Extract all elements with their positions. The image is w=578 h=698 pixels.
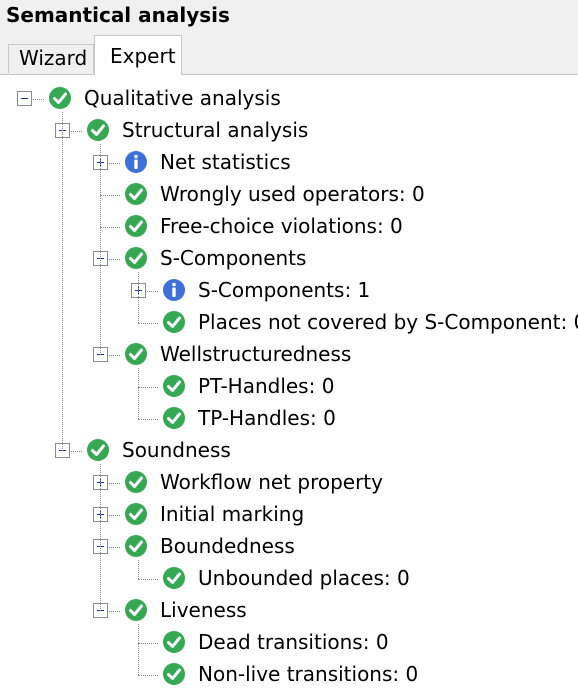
tree-node-s-components[interactable]: S-Components xyxy=(93,244,540,274)
tree-node-label: Unbounded places: 0 xyxy=(198,566,410,590)
tree-node-label: PT-Handles: 0 xyxy=(198,374,335,398)
tree-node-non-live-transitions-0[interactable]: Non-live transitions: 0 xyxy=(138,660,578,690)
tree-guide-line xyxy=(100,144,101,355)
check-icon xyxy=(124,598,148,622)
tree-node-label: Boundedness xyxy=(160,534,295,558)
tree-node-label: Non-live transitions: 0 xyxy=(198,662,419,686)
tree-node-label: Structural analysis xyxy=(122,118,309,142)
tree-node-label: S-Components: 1 xyxy=(198,278,371,302)
tree-node-label: Qualitative analysis xyxy=(84,86,281,110)
tree-guide-line xyxy=(100,464,101,611)
tree-node-pt-handles-0[interactable]: PT-Handles: 0 xyxy=(138,372,578,402)
tree-node-net-statistics[interactable]: Net statistics xyxy=(93,148,540,178)
tree-node-soundness[interactable]: Soundness xyxy=(55,436,502,466)
tab-wizard[interactable]: Wizard xyxy=(8,44,94,73)
tree-node-label: Net statistics xyxy=(160,150,291,174)
check-icon xyxy=(48,86,72,110)
check-icon xyxy=(162,630,186,654)
tree-node-wellstructuredness[interactable]: Wellstructuredness xyxy=(93,340,540,370)
check-icon xyxy=(162,662,186,686)
check-icon xyxy=(124,214,148,238)
tree-node-label: S-Components xyxy=(160,246,307,270)
analysis-tree: Qualitative analysis Structural analysis N… xyxy=(0,74,578,698)
tree-node-initial-marking[interactable]: Initial marking xyxy=(93,500,540,530)
tree-node-s-components-1[interactable]: S-Components: 1 xyxy=(131,276,578,306)
check-icon xyxy=(124,342,148,366)
panel-title: Semantical analysis xyxy=(6,3,230,27)
tree-guide-line xyxy=(138,560,139,579)
check-icon xyxy=(124,246,148,270)
tree-node-label: TP-Handles: 0 xyxy=(198,406,336,430)
tree-node-workflow-net-property[interactable]: Workflow net property xyxy=(93,468,540,498)
tree-guide-line xyxy=(138,368,139,419)
tree-node-wrongly-used-operators-0[interactable]: Wrongly used operators: 0 xyxy=(100,180,540,210)
info-icon xyxy=(124,150,148,174)
tree-node-label: Wellstructuredness xyxy=(160,342,352,366)
tree-guide-line xyxy=(138,624,139,675)
tree-node-liveness[interactable]: Liveness xyxy=(93,596,540,626)
tree-node-label: Dead transitions: 0 xyxy=(198,630,389,654)
tree-node-label: Liveness xyxy=(160,598,247,622)
check-icon xyxy=(124,502,148,526)
tree-node-tp-handles-0[interactable]: TP-Handles: 0 xyxy=(138,404,578,434)
tree-node-label: Free-choice violations: 0 xyxy=(160,214,403,238)
check-icon xyxy=(124,470,148,494)
tree-node-label: Wrongly used operators: 0 xyxy=(160,182,425,206)
tree-node-label: Initial marking xyxy=(160,502,305,526)
tree-node-label: Places not covered by S-Component: 0 xyxy=(198,310,578,334)
tree-guide-line xyxy=(62,112,63,451)
tree-node-structural-analysis[interactable]: Structural analysis xyxy=(55,116,502,146)
check-icon xyxy=(124,534,148,558)
tree-node-label: Workflow net property xyxy=(160,470,383,494)
tree-node-places-not-covered-by-s-component-0[interactable]: Places not covered by S-Component: 0 xyxy=(138,308,578,338)
tree-node-label: Soundness xyxy=(122,438,231,462)
tree-guide-line xyxy=(138,272,139,323)
check-icon xyxy=(162,406,186,430)
tab-expert[interactable]: Expert xyxy=(94,35,182,75)
tree-node-boundedness[interactable]: Boundedness xyxy=(93,532,540,562)
collapse-toggle[interactable] xyxy=(17,91,32,106)
check-icon xyxy=(86,438,110,462)
check-icon xyxy=(162,374,186,398)
tree-node-free-choice-violations-0[interactable]: Free-choice violations: 0 xyxy=(100,212,540,242)
check-icon xyxy=(162,310,186,334)
tree-node-dead-transitions-0[interactable]: Dead transitions: 0 xyxy=(138,628,578,658)
check-icon xyxy=(162,566,186,590)
check-icon xyxy=(86,118,110,142)
check-icon xyxy=(124,182,148,206)
tree-node-qualitative-analysis[interactable]: Qualitative analysis xyxy=(17,84,464,114)
tree-node-unbounded-places-0[interactable]: Unbounded places: 0 xyxy=(138,564,578,594)
info-icon xyxy=(162,278,186,302)
